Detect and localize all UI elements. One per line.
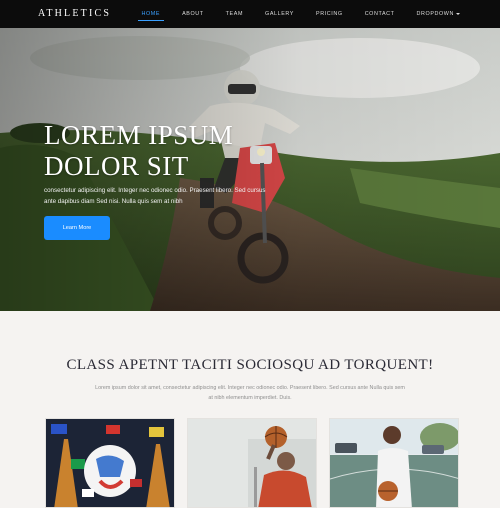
card-football-image[interactable]: [45, 418, 175, 508]
hero-title: LOREM IPSUM DOLOR SIT: [44, 120, 234, 181]
basketball-shot-image: [188, 419, 316, 507]
nav-item-contact[interactable]: CONTACT: [365, 0, 395, 28]
learn-more-button[interactable]: Learn More: [44, 216, 110, 240]
section-description: Lorem ipsum dolor sit amet, consectetur …: [95, 385, 405, 401]
basketball-player-image: [330, 419, 458, 507]
top-navbar: ATHLETICS HOME ABOUT TEAM GALLERY PRICIN…: [0, 0, 500, 28]
nav-item-home[interactable]: HOME: [137, 0, 164, 28]
main-nav: HOME ABOUT TEAM GALLERY PRICING CONTACT …: [120, 0, 460, 28]
card-basketball-shot-image[interactable]: [187, 418, 317, 508]
hero-banner: LOREM IPSUM DOLOR SIT consectetur adipis…: [0, 28, 500, 311]
football-eiffel-image: [46, 419, 174, 507]
feature-cards: [45, 418, 459, 508]
nav-item-dropdown-label: DROPDOWN: [416, 11, 454, 17]
nav-item-pricing[interactable]: PRICING: [316, 0, 343, 28]
nav-item-dropdown[interactable]: DROPDOWN: [417, 0, 460, 28]
section-heading: CLASS APETNT TACITI SOCIOSQU AD TORQUENT…: [66, 357, 434, 373]
nav-item-gallery[interactable]: GALLERY: [265, 0, 294, 28]
chevron-down-icon: [456, 12, 460, 15]
hero-subtext: consectetur adipiscing elit. Integer nec…: [44, 187, 266, 205]
nav-item-team[interactable]: TEAM: [226, 0, 243, 28]
brand-logo[interactable]: ATHLETICS: [38, 8, 111, 19]
card-basketball-player-image[interactable]: [329, 418, 459, 508]
nav-item-about[interactable]: ABOUT: [182, 0, 204, 28]
